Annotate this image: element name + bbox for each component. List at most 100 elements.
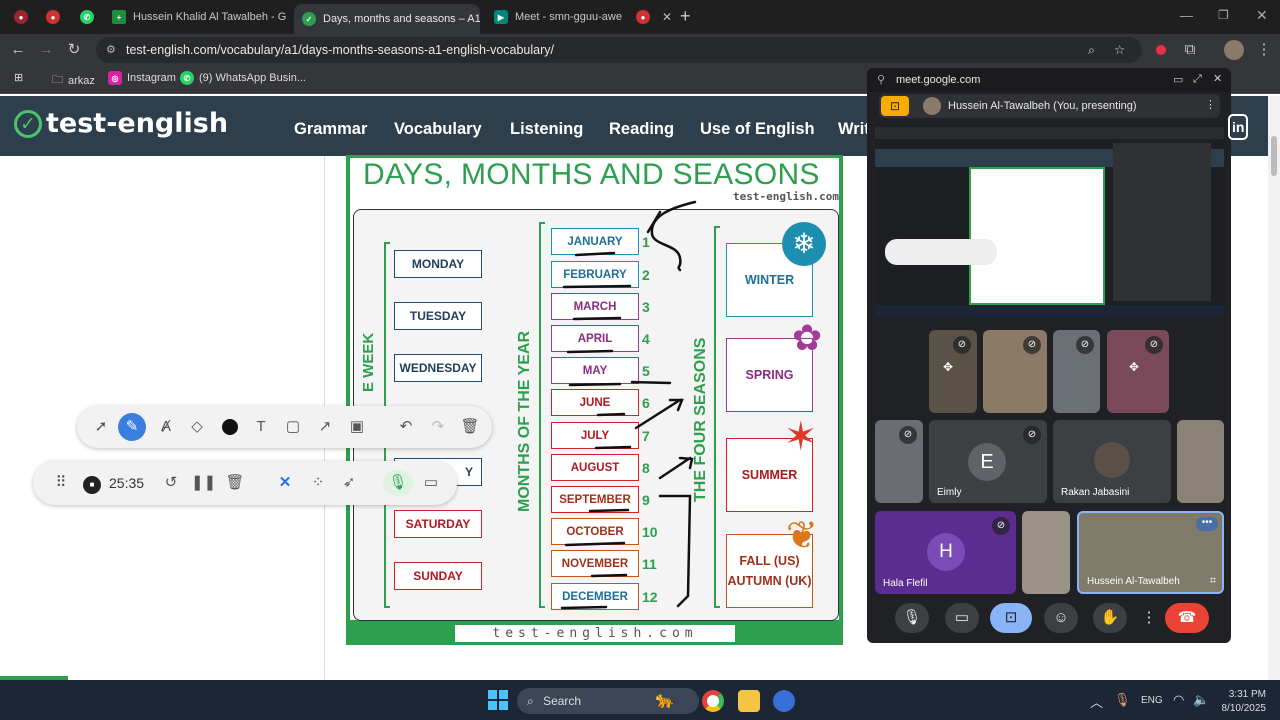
reload-icon[interactable]: ↻: [64, 40, 84, 60]
emoji-icon[interactable]: ☺: [1044, 603, 1078, 633]
language-indicator[interactable]: ENG: [1141, 695, 1163, 706]
nav-grammar[interactable]: Grammar: [294, 120, 367, 139]
login-button[interactable]: in: [1228, 114, 1248, 140]
restart-icon[interactable]: ↺: [159, 472, 183, 494]
microphone-icon[interactable]: 🎙: [383, 470, 413, 496]
address-bar[interactable]: ⚙ test-english.com/vocabulary/a1/days-mo…: [96, 37, 1142, 63]
profile-avatar[interactable]: [1224, 40, 1244, 60]
microphone-icon[interactable]: 🎙: [1114, 692, 1131, 708]
scrollbar-thumb[interactable]: [1271, 136, 1277, 176]
wifi-icon[interactable]: ◠: [1173, 692, 1184, 708]
file-explorer-icon[interactable]: [738, 690, 760, 712]
chrome-icon[interactable]: [702, 690, 724, 712]
bookmark-instagram[interactable]: ◎ Instagram: [108, 71, 176, 85]
site-logo[interactable]: ✓ test-english: [14, 108, 228, 139]
browser-tab[interactable]: ●: [38, 4, 66, 30]
trash-icon[interactable]: 🗑: [458, 416, 482, 438]
more-icon[interactable]: •••: [1196, 517, 1218, 531]
participant-tile[interactable]: ⊘: [1053, 330, 1100, 413]
crop-icon[interactable]: ⌗: [1210, 575, 1216, 588]
mic-off-icon: ⊘: [992, 517, 1010, 535]
participant-tile-eimly[interactable]: E ⊘ Eimly: [929, 420, 1047, 503]
fullscreen-icon[interactable]: ⤢: [1193, 73, 1202, 86]
chevron-up-icon[interactable]: ︿: [1090, 692, 1103, 711]
browser-tab[interactable]: ●: [6, 4, 32, 30]
forward-icon[interactable]: →: [36, 40, 56, 60]
browser-tab[interactable]: + Hussein Khalid Al Tawalbeh - G ✕: [104, 4, 294, 30]
app-icon[interactable]: [773, 690, 795, 712]
browser-tab[interactable]: ✆: [72, 4, 100, 30]
participant-tile[interactable]: ⊘ ✥: [929, 330, 977, 413]
browser-tab[interactable]: ▶ Meet - smn-gguu-awe: [486, 4, 626, 30]
participant-tile-rakan[interactable]: Rakan Jabasini: [1053, 420, 1171, 503]
windows-start-icon[interactable]: [488, 690, 508, 710]
speaker-icon[interactable]: 🔈: [1193, 692, 1209, 708]
bookmark-arkaz[interactable]: 🗀 arkaz: [52, 71, 95, 90]
arrow-icon[interactable]: ↗: [313, 416, 337, 438]
color-picker-icon[interactable]: [218, 416, 242, 438]
trash-icon[interactable]: 🗑: [223, 472, 247, 494]
bookmark-whatsapp[interactable]: ✆ (9) WhatsApp Busin...: [180, 71, 306, 85]
redo-icon[interactable]: ↷: [426, 416, 450, 438]
pointer-icon[interactable]: ➚: [89, 416, 113, 438]
participant-tile[interactable]: ⊘: [875, 420, 923, 503]
stop-record-icon[interactable]: ■: [80, 472, 104, 494]
nav-use-of-english[interactable]: Use of English: [700, 120, 815, 139]
participant-tile-hala[interactable]: H ⊘ Hala Flefil: [875, 511, 1016, 594]
grid-icon[interactable]: ⁘: [306, 472, 330, 494]
more-options-icon[interactable]: ⋮: [1140, 603, 1158, 633]
end-call-button[interactable]: ☎: [1165, 603, 1209, 633]
open-tab-icon[interactable]: ▭: [1173, 73, 1183, 86]
camera-icon[interactable]: ▭: [419, 472, 443, 494]
site-info-icon[interactable]: ⚙: [106, 37, 116, 63]
minimize-icon[interactable]: —: [1180, 8, 1193, 23]
nav-vocabulary[interactable]: Vocabulary: [394, 120, 482, 139]
present-icon[interactable]: ⊡: [881, 96, 909, 116]
folder-icon: 🗀: [52, 74, 63, 86]
participant-tile[interactable]: ⊘ ✥: [1107, 330, 1169, 413]
back-icon[interactable]: ←: [8, 40, 28, 60]
maximize-icon[interactable]: ❐: [1218, 8, 1229, 22]
rectangle-icon[interactable]: ▢: [281, 416, 305, 438]
new-tab-button[interactable]: +: [680, 6, 691, 27]
page-scrollbar[interactable]: [1268, 96, 1280, 680]
bookmark-star-icon[interactable]: ☆: [1114, 37, 1125, 63]
taskbar-search[interactable]: ⌕ Search 🐆: [517, 688, 699, 714]
pen-icon[interactable]: ✎: [118, 413, 146, 441]
close-icon[interactable]: ✕: [1213, 72, 1222, 85]
clock-date[interactable]: 8/10/2025: [1216, 703, 1267, 714]
browser-tab[interactable]: ● ✕: [628, 4, 680, 30]
more-icon[interactable]: ⋮: [1205, 98, 1216, 111]
apps-icon[interactable]: ⊞: [14, 71, 23, 84]
sheets-icon: +: [112, 10, 126, 24]
participant-tile-hussein[interactable]: ••• Hussein Al-Tawalbeh ⌗: [1077, 511, 1224, 594]
camera-button[interactable]: ▭: [945, 603, 979, 633]
participant-tile[interactable]: [1022, 511, 1070, 594]
zoom-icon[interactable]: ⌕: [1088, 37, 1095, 63]
raise-hand-icon[interactable]: ✋: [1093, 603, 1127, 633]
close-window-icon[interactable]: ✕: [1256, 7, 1268, 24]
menu-icon[interactable]: ⋮: [1254, 40, 1274, 60]
participant-tile[interactable]: [1177, 420, 1224, 503]
nav-listening[interactable]: Listening: [510, 120, 583, 139]
image-icon[interactable]: ▣: [345, 416, 369, 438]
close-drawing-icon[interactable]: ✕: [273, 472, 297, 494]
text-icon[interactable]: T: [249, 416, 273, 438]
extensions-icon[interactable]: ⧉: [1180, 40, 1200, 60]
participant-tile[interactable]: ⊘: [983, 330, 1047, 413]
close-icon[interactable]: ✕: [662, 10, 672, 24]
present-button[interactable]: ⊡: [990, 603, 1032, 633]
microphone-button[interactable]: 🎙: [895, 603, 929, 633]
pause-icon[interactable]: ❚❚: [191, 472, 216, 494]
drag-handle-icon[interactable]: ⠿: [49, 472, 73, 494]
undo-icon[interactable]: ↶: [394, 416, 418, 438]
highlighter-icon[interactable]: Ⱥ: [154, 416, 178, 438]
clock-time[interactable]: 3:31 PM: [1228, 689, 1266, 700]
preview-taskbar: [875, 305, 1224, 317]
cursor-icon[interactable]: ➶: [337, 472, 361, 494]
nav-reading[interactable]: Reading: [609, 120, 674, 139]
recording-indicator-icon[interactable]: [1156, 45, 1166, 55]
browser-tab-active[interactable]: ✓ Days, months and seasons – A1 ✕: [294, 4, 480, 34]
nav-writing[interactable]: Writ: [838, 120, 870, 139]
eraser-icon[interactable]: ◇: [185, 416, 209, 438]
